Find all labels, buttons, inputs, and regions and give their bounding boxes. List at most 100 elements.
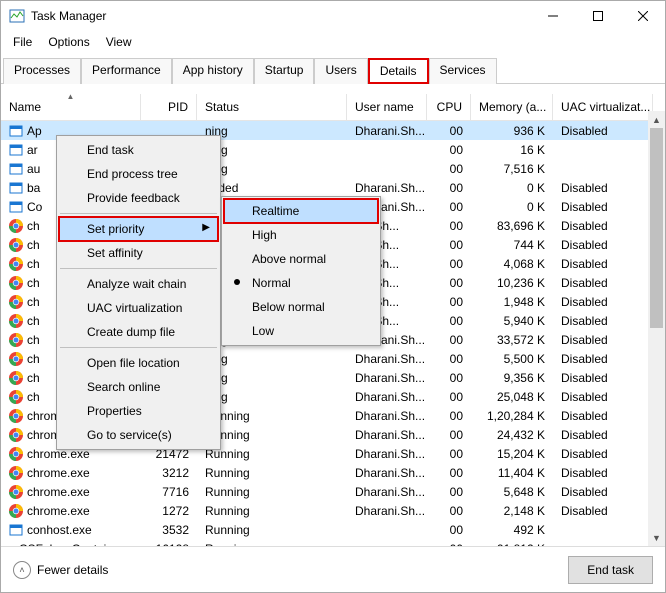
menu-item-set-priority[interactable]: Set priority▶ [59, 217, 218, 241]
menu-item-end-process-tree[interactable]: End process tree [59, 162, 218, 186]
cell-cpu: 00 [427, 200, 471, 214]
cell-status: Running [197, 504, 347, 518]
cell-cpu: 00 [427, 409, 471, 423]
bullet-icon [234, 279, 240, 285]
col-pid[interactable]: PID [141, 94, 197, 120]
table-row[interactable]: conhost.exe3532Running00492 K [1, 520, 665, 539]
fewer-details-button[interactable]: ˄ Fewer details [13, 561, 108, 579]
cell-mem: 0 K [471, 181, 553, 195]
menu-item-analyze-wait-chain[interactable]: Analyze wait chain [59, 272, 218, 296]
cell-cpu: 00 [427, 447, 471, 461]
col-uac[interactable]: UAC virtualizat... [553, 94, 653, 120]
separator [60, 347, 217, 348]
cell-mem: 25,048 K [471, 390, 553, 404]
cell-user: Dharani.Sh... [347, 428, 427, 442]
cell-uac: Disabled [553, 390, 653, 404]
cell-user: Dharani.Sh... [347, 466, 427, 480]
menu-item-properties[interactable]: Properties [59, 399, 218, 423]
cell-user: Dharani.Sh... [347, 504, 427, 518]
cell-cpu: 00 [427, 352, 471, 366]
cell-mem: 0 K [471, 200, 553, 214]
cell-pid: 3212 [141, 466, 197, 480]
menu-file[interactable]: File [5, 33, 40, 51]
menubar: File Options View [1, 31, 665, 53]
scroll-down-icon[interactable]: ▼ [648, 529, 665, 546]
cell-mem: 15,204 K [471, 447, 553, 461]
cell-mem: 9,356 K [471, 371, 553, 385]
cell-cpu: 00 [427, 238, 471, 252]
cell-uac: Disabled [553, 485, 653, 499]
cell-name: chrome.exe [1, 466, 141, 480]
chevron-right-icon: ▶ [202, 222, 210, 233]
cell-uac: Disabled [553, 333, 653, 347]
cell-cpu: 00 [427, 371, 471, 385]
cell-cpu: 00 [427, 295, 471, 309]
cell-user: Dharani.Sh... [347, 124, 427, 138]
col-mem[interactable]: Memory (a... [471, 94, 553, 120]
scroll-up-icon[interactable]: ▲ [648, 111, 665, 128]
cell-user: Dharani.Sh... [347, 181, 427, 195]
tab-app-history[interactable]: App history [172, 58, 254, 84]
vertical-scrollbar[interactable]: ▲ ▼ [648, 111, 665, 546]
menu-item-provide-feedback[interactable]: Provide feedback [59, 186, 218, 210]
cell-cpu: 00 [427, 143, 471, 157]
cell-uac: Disabled [553, 371, 653, 385]
tab-startup[interactable]: Startup [254, 58, 315, 84]
cell-mem: 11,404 K [471, 466, 553, 480]
context-menu: End taskEnd process treeProvide feedback… [56, 135, 221, 450]
menu-item-high[interactable]: High [224, 223, 378, 247]
col-name[interactable]: ▲Name [1, 94, 141, 120]
end-task-button[interactable]: End task [568, 556, 653, 584]
minimize-button[interactable] [530, 1, 575, 31]
cell-mem: 744 K [471, 238, 553, 252]
window-controls [530, 1, 665, 31]
cell-cpu: 00 [427, 390, 471, 404]
scroll-thumb[interactable] [650, 128, 663, 328]
cell-mem: 16 K [471, 143, 553, 157]
menu-item-end-task[interactable]: End task [59, 138, 218, 162]
cell-cpu: 00 [427, 219, 471, 233]
menu-item-realtime[interactable]: Realtime [224, 199, 378, 223]
menu-view[interactable]: View [98, 33, 140, 51]
cell-mem: 10,236 K [471, 276, 553, 290]
menu-item-open-file-location[interactable]: Open file location [59, 351, 218, 375]
cell-uac: Disabled [553, 466, 653, 480]
separator [60, 213, 217, 214]
menu-item-set-affinity[interactable]: Set affinity [59, 241, 218, 265]
tab-services[interactable]: Services [429, 58, 497, 84]
cell-uac: Disabled [553, 238, 653, 252]
table-row[interactable]: chrome.exe1272RunningDharani.Sh...002,14… [1, 501, 665, 520]
menu-item-go-to-service-s-[interactable]: Go to service(s) [59, 423, 218, 447]
menu-item-normal[interactable]: Normal [224, 271, 378, 295]
window-title: Task Manager [31, 9, 530, 23]
menu-item-uac-virtualization[interactable]: UAC virtualization [59, 296, 218, 320]
cell-user: Dharani.Sh... [347, 390, 427, 404]
col-status[interactable]: Status [197, 94, 347, 120]
tab-details[interactable]: Details [368, 58, 429, 84]
cell-uac: Disabled [553, 447, 653, 461]
tabs: ProcessesPerformanceApp historyStartupUs… [1, 57, 665, 84]
cell-name: conhost.exe [1, 523, 141, 537]
cell-uac: Disabled [553, 409, 653, 423]
tab-users[interactable]: Users [314, 58, 367, 84]
menu-options[interactable]: Options [40, 33, 97, 51]
close-button[interactable] [620, 1, 665, 31]
cell-uac: Disabled [553, 276, 653, 290]
cell-uac: Disabled [553, 352, 653, 366]
menu-item-create-dump-file[interactable]: Create dump file [59, 320, 218, 344]
tab-processes[interactable]: Processes [3, 58, 81, 84]
col-user[interactable]: User name [347, 94, 427, 120]
cell-mem: 1,948 K [471, 295, 553, 309]
table-row[interactable]: chrome.exe3212RunningDharani.Sh...0011,4… [1, 463, 665, 482]
table-row[interactable]: chrome.exe7716RunningDharani.Sh...005,64… [1, 482, 665, 501]
tab-performance[interactable]: Performance [81, 58, 172, 84]
menu-item-above-normal[interactable]: Above normal [224, 247, 378, 271]
menu-item-search-online[interactable]: Search online [59, 375, 218, 399]
menu-item-low[interactable]: Low [224, 319, 378, 343]
col-cpu[interactable]: CPU [427, 94, 471, 120]
cell-mem: 24,432 K [471, 428, 553, 442]
menu-item-below-normal[interactable]: Below normal [224, 295, 378, 319]
cell-pid: 3532 [141, 523, 197, 537]
maximize-button[interactable] [575, 1, 620, 31]
cell-mem: 5,648 K [471, 485, 553, 499]
